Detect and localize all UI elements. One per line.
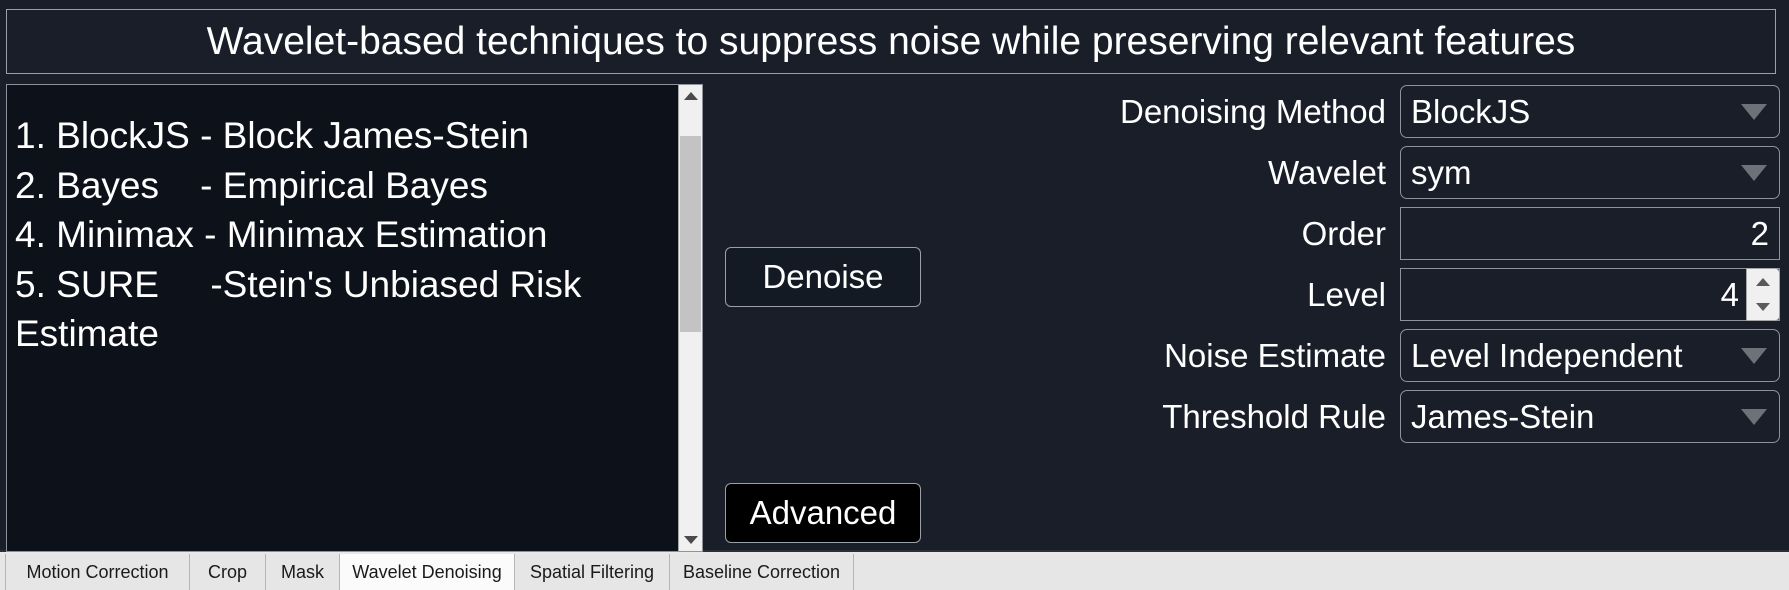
wavelet-label: Wavelet (1268, 153, 1386, 191)
form-row-order: Order 2 (960, 206, 1780, 261)
tab-crop[interactable]: Crop (190, 554, 266, 590)
threshold-rule-label: Threshold Rule (1162, 397, 1386, 435)
form-row-wavelet: Wavelet sym (960, 145, 1780, 200)
order-label: Order (1301, 214, 1386, 252)
scroll-up-button[interactable] (679, 85, 702, 107)
advanced-button[interactable]: Advanced (725, 483, 921, 543)
tab-mask[interactable]: Mask (266, 554, 340, 590)
caret-down-icon (1756, 303, 1770, 312)
level-label: Level (1307, 275, 1386, 313)
level-increment-button[interactable] (1747, 269, 1779, 295)
form-row-threshold-rule: Threshold Rule James-Stein (960, 389, 1780, 444)
wavelet-combobox[interactable]: sym (1400, 146, 1780, 199)
chevron-down-icon (1741, 408, 1767, 425)
tab-spatial-filtering[interactable]: Spatial Filtering (515, 554, 670, 590)
denoising-method-label: Denoising Method (1120, 92, 1386, 130)
scroll-down-arrow-icon (683, 536, 698, 544)
wavelet-denoising-panel: Wavelet-based techniques to suppress noi… (0, 0, 1789, 552)
tab-bar: Motion Correction Crop Mask Wavelet Deno… (0, 554, 1789, 590)
list-item[interactable]: 5. SURE -Stein's Unbiased Risk Estimate (15, 260, 671, 359)
denoise-button[interactable]: Denoise (725, 247, 921, 307)
form-row-denoising-method: Denoising Method BlockJS (960, 84, 1780, 139)
tab-baseline-correction[interactable]: Baseline Correction (670, 554, 854, 590)
list-item[interactable]: 4. Minimax - Minimax Estimation (15, 210, 671, 260)
page-title: Wavelet-based techniques to suppress noi… (206, 20, 1576, 63)
order-value: 2 (1750, 214, 1769, 252)
denoising-method-combobox[interactable]: BlockJS (1400, 85, 1780, 138)
threshold-rule-combobox[interactable]: James-Stein (1400, 390, 1780, 443)
tab-wavelet-denoising[interactable]: Wavelet Denoising (340, 554, 515, 590)
level-stepper[interactable]: 4 (1400, 268, 1780, 321)
application-window: Wavelet-based techniques to suppress noi… (0, 0, 1789, 590)
method-list-scrollbar[interactable] (678, 85, 702, 551)
denoising-method-list[interactable]: 1. BlockJS - Block James-Stein 2. Bayes … (6, 84, 703, 552)
scrollbar-thumb[interactable] (680, 136, 701, 332)
level-spin-buttons[interactable] (1746, 268, 1780, 321)
chevron-down-icon (1741, 164, 1767, 181)
form-row-noise-estimate: Noise Estimate Level Independent (960, 328, 1780, 383)
level-value: 4 (1720, 275, 1739, 313)
chevron-down-icon (1741, 103, 1767, 120)
scroll-up-arrow-icon (683, 92, 698, 100)
tab-list: Motion Correction Crop Mask Wavelet Deno… (6, 554, 854, 590)
denoising-method-value: BlockJS (1411, 92, 1531, 130)
noise-estimate-combobox[interactable]: Level Independent (1400, 329, 1780, 382)
method-list-content: 1. BlockJS - Block James-Stein 2. Bayes … (7, 85, 679, 551)
order-input[interactable]: 2 (1400, 207, 1780, 260)
list-item[interactable]: 2. Bayes - Empirical Bayes (15, 161, 671, 211)
noise-estimate-label: Noise Estimate (1164, 336, 1386, 374)
threshold-rule-value: James-Stein (1411, 397, 1595, 435)
denoising-parameters-form: Denoising Method BlockJS Wavelet sym Ord… (960, 84, 1780, 450)
wavelet-value: sym (1411, 153, 1472, 191)
level-decrement-button[interactable] (1747, 295, 1779, 321)
chevron-down-icon (1741, 347, 1767, 364)
form-row-level: Level 4 (960, 267, 1780, 322)
tab-motion-correction[interactable]: Motion Correction (6, 554, 190, 590)
noise-estimate-value: Level Independent (1411, 336, 1683, 374)
list-item[interactable]: 1. BlockJS - Block James-Stein (15, 111, 671, 161)
caret-up-icon (1756, 277, 1770, 286)
scroll-down-button[interactable] (679, 529, 702, 551)
panel-title-frame: Wavelet-based techniques to suppress noi… (6, 9, 1776, 74)
